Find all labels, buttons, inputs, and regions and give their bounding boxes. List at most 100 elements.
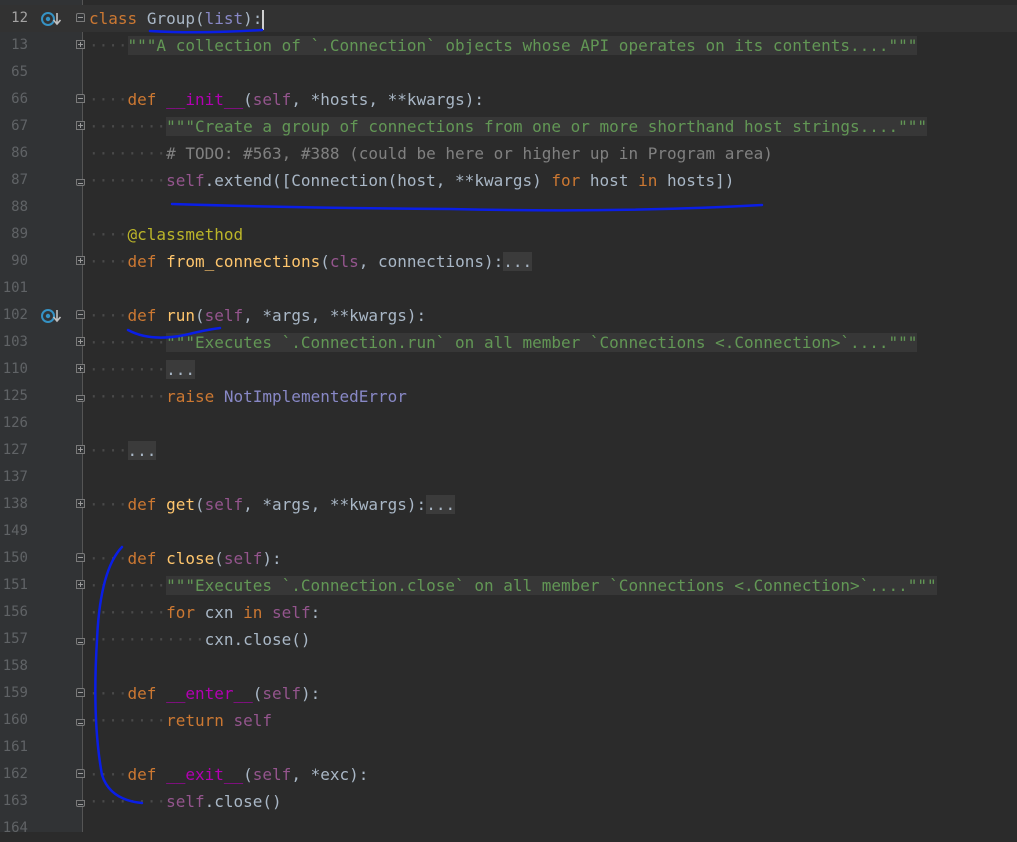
indent-whitespace: ········ (89, 387, 167, 406)
fold-toggle-icon[interactable] (76, 337, 85, 346)
code-editor[interactable]: 12 class Group(list): 13 ····"""A collectio… (0, 0, 1017, 836)
line-number: 150 (2, 550, 28, 566)
code-line[interactable]: 13 ····"""A collection of `.Connection` o… (0, 32, 1017, 59)
code-text[interactable]: ········"""Executes `.Connection.run` on… (89, 329, 918, 356)
code-line[interactable]: 162 ····def __exit__(self, *exc): (0, 761, 1017, 788)
indent-whitespace: ···· (89, 225, 128, 244)
code-text[interactable]: ····def close(self): (89, 545, 282, 572)
fold-toggle-icon[interactable] (76, 13, 85, 22)
code-token: ( (194, 9, 205, 28)
code-text[interactable]: ····def __enter__(self): (89, 680, 320, 707)
fold-toggle-icon[interactable] (76, 553, 85, 562)
code-line[interactable]: 151 ········"""Executes `.Connection.clos… (0, 572, 1017, 599)
fold-toggle-icon[interactable] (76, 395, 85, 402)
code-token: raise (166, 387, 215, 406)
code-line[interactable]: 149 (0, 518, 1017, 545)
code-text[interactable]: class Group(list): (89, 5, 265, 32)
code-line[interactable]: 150 ····def close(self): (0, 545, 1017, 572)
code-line[interactable]: 87 ········self.extend([Connection(host, … (0, 167, 1017, 194)
fold-toggle-icon[interactable] (76, 499, 85, 508)
fold-toggle-icon[interactable] (76, 769, 85, 778)
code-line[interactable]: 157 ············cxn.close() (0, 626, 1017, 653)
code-line[interactable]: 125 ········raise NotImplementedError (0, 383, 1017, 410)
indent-whitespace: ···· (89, 765, 128, 784)
code-line[interactable]: 88 (0, 194, 1017, 221)
override-method-icon[interactable] (41, 308, 63, 324)
fold-toggle-icon[interactable] (76, 638, 85, 645)
code-text[interactable]: ········"""Create a group of connections… (89, 113, 928, 140)
override-method-icon[interactable] (41, 11, 63, 27)
code-text[interactable]: ············cxn.close() (89, 626, 311, 653)
code-text[interactable]: ····def get(self, *args, **kwargs):... (89, 491, 456, 518)
code-token: self (272, 603, 311, 622)
fold-toggle-icon[interactable] (76, 364, 85, 373)
indent-whitespace: ········ (89, 711, 167, 730)
fold-toggle-icon[interactable] (76, 256, 85, 265)
fold-toggle-icon[interactable] (76, 800, 85, 807)
fold-toggle-icon[interactable] (76, 445, 85, 454)
code-line[interactable]: 126 (0, 410, 1017, 437)
fold-toggle-icon[interactable] (76, 719, 85, 726)
code-text[interactable]: ········self.extend([Connection(host, **… (89, 167, 734, 194)
code-token: , *args, **kwargs): (243, 495, 427, 514)
fold-toggle-icon[interactable] (76, 121, 85, 130)
code-line[interactable]: 127 ····... (0, 437, 1017, 464)
code-line[interactable]: 102 ····def run(self, *args, **kwargs): (0, 302, 1017, 329)
code-token: """A collection of `.Connection` objects… (127, 36, 918, 55)
code-line[interactable]: 89 ····@classmethod (0, 221, 1017, 248)
code-line[interactable]: 110 ········... (0, 356, 1017, 383)
code-token: in (638, 171, 658, 190)
code-line[interactable]: 103 ········"""Executes `.Connection.run`… (0, 329, 1017, 356)
code-line[interactable]: 66 ····def __init__(self, *hosts, **kwarg… (0, 86, 1017, 113)
code-line[interactable]: 161 (0, 734, 1017, 761)
fold-toggle-icon[interactable] (76, 179, 85, 186)
fold-toggle-icon[interactable] (76, 688, 85, 697)
fold-toggle-icon[interactable] (76, 94, 85, 103)
code-text[interactable]: ····@classmethod (89, 221, 243, 248)
code-token: ): (243, 9, 263, 28)
code-text[interactable]: ····def from_connections(cls, connection… (89, 248, 533, 275)
code-token: __exit__ (166, 765, 244, 784)
line-number: 67 (11, 118, 28, 134)
code-text[interactable]: ········# TODO: #563, #388 (could be her… (89, 140, 773, 167)
code-line[interactable]: 137 (0, 464, 1017, 491)
code-token: ( (252, 684, 263, 703)
code-line[interactable]: 90 ····def from_connections(cls, connecti… (0, 248, 1017, 275)
fold-toggle-icon[interactable] (76, 310, 85, 319)
code-token: host (580, 171, 639, 190)
code-text[interactable]: ········... (89, 356, 195, 383)
code-text[interactable]: ····"""A collection of `.Connection` obj… (89, 32, 918, 59)
code-text[interactable]: ········"""Executes `.Connection.close` … (89, 572, 937, 599)
code-line[interactable]: 101 (0, 275, 1017, 302)
fold-toggle-icon[interactable] (76, 40, 85, 49)
code-text[interactable]: ····def __exit__(self, *exc): (89, 761, 368, 788)
code-text[interactable]: ····def __init__(self, *hosts, **kwargs)… (89, 86, 484, 113)
code-token: ( (214, 549, 224, 568)
code-line[interactable]: 164 (0, 815, 1017, 842)
code-text[interactable]: ········for cxn in self: (89, 599, 320, 626)
code-line[interactable]: 158 (0, 653, 1017, 680)
code-text[interactable]: ····... (89, 437, 157, 464)
code-line[interactable]: 138 ····def get(self, *args, **kwargs):..… (0, 491, 1017, 518)
code-line[interactable]: 86 ········# TODO: #563, #388 (could be h… (0, 140, 1017, 167)
code-line[interactable]: 12 class Group(list): (0, 5, 1017, 32)
code-line[interactable]: 67 ········"""Create a group of connectio… (0, 113, 1017, 140)
code-text[interactable]: ········raise NotImplementedError (89, 383, 407, 410)
code-line[interactable]: 159 ····def __enter__(self): (0, 680, 1017, 707)
code-token: ... (166, 360, 195, 379)
code-token: for (166, 603, 195, 622)
fold-toggle-icon[interactable] (76, 580, 85, 589)
code-token: get (166, 495, 195, 514)
code-line[interactable]: 160 ········return self (0, 707, 1017, 734)
code-line[interactable]: 163 ········self.close() (0, 788, 1017, 815)
code-text[interactable]: ····def run(self, *args, **kwargs): (89, 302, 426, 329)
code-token: def (127, 306, 157, 325)
code-text[interactable]: ········self.close() (89, 788, 282, 815)
code-token: class (89, 9, 138, 28)
code-line[interactable]: 156 ········for cxn in self: (0, 599, 1017, 626)
code-line[interactable]: 65 (0, 59, 1017, 86)
code-token: , *exc): (291, 765, 369, 784)
code-text[interactable]: ········return self (89, 707, 272, 734)
